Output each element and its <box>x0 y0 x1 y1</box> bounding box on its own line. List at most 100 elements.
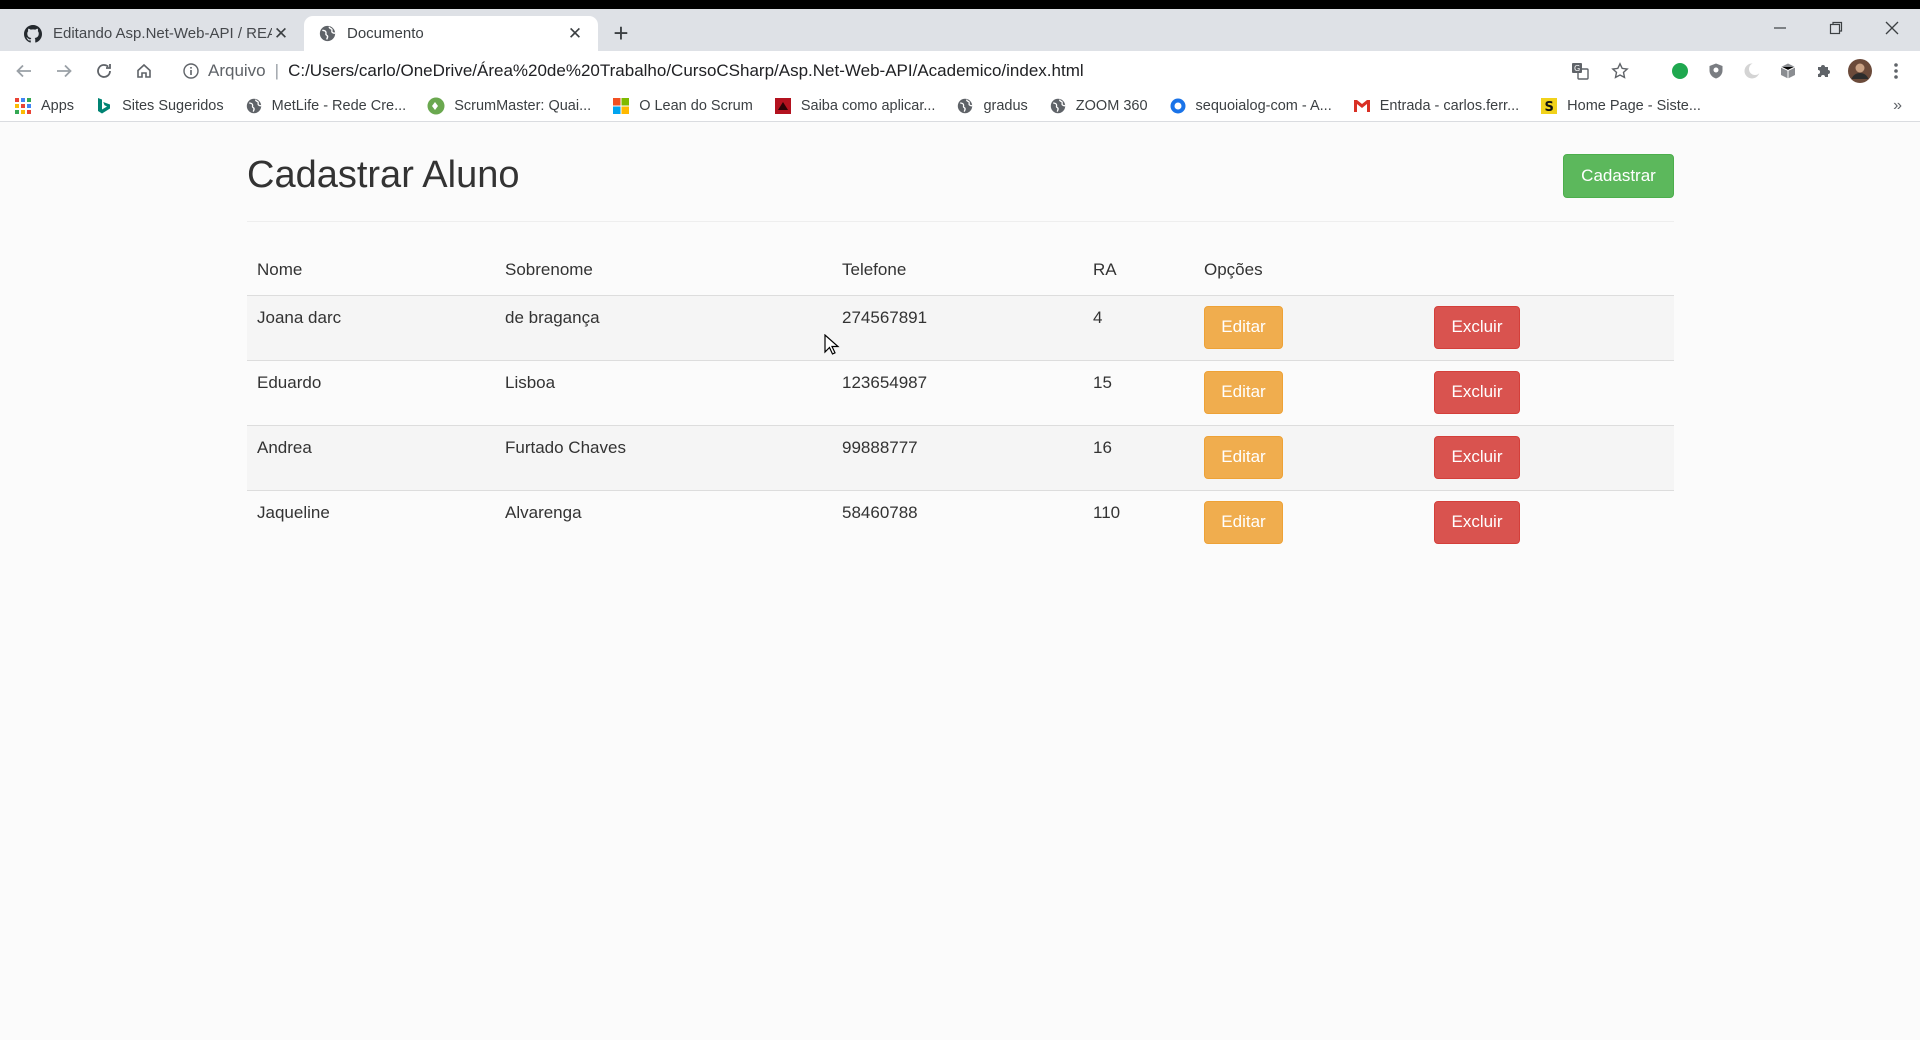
cell-edit: Editar <box>1194 424 1424 490</box>
cell-nome: Andrea <box>247 424 495 490</box>
shield-extension-icon[interactable] <box>1698 53 1734 89</box>
cell-edit: Editar <box>1194 294 1424 360</box>
delete-button[interactable]: Excluir <box>1434 305 1520 349</box>
delete-button[interactable]: Excluir <box>1434 435 1520 479</box>
cell-telefone: 274567891 <box>832 294 1083 360</box>
register-button[interactable]: Cadastrar <box>1563 153 1674 198</box>
bookmark-home-page[interactable]: S Home Page - Siste... <box>1540 97 1701 115</box>
tab-bar: Editando Asp.Net-Web-API / README.md ✕ D… <box>0 9 1920 51</box>
minimize-icon[interactable] <box>1752 9 1808 47</box>
cell-sobrenome: Alvarenga <box>495 489 832 555</box>
column-header-ra: RA <box>1083 257 1194 296</box>
column-header-telefone: Telefone <box>832 257 1083 296</box>
scrum-icon <box>427 97 445 115</box>
cube-extension-icon[interactable] <box>1770 53 1806 89</box>
close-window-icon[interactable] <box>1864 9 1920 47</box>
close-tab-icon[interactable]: ✕ <box>566 24 584 43</box>
bookmark-saiba-como-aplicar[interactable]: Saiba como aplicar... <box>774 97 936 115</box>
cell-sobrenome: de bragança <box>495 294 832 360</box>
edit-button[interactable]: Editar <box>1204 500 1283 544</box>
gmail-icon <box>1353 97 1371 115</box>
puzzle-extensions-icon[interactable] <box>1806 53 1842 89</box>
table-header-row: Nome Sobrenome Telefone RA Opções <box>247 257 1674 296</box>
column-header-nome: Nome <box>247 257 495 296</box>
bookmark-apps[interactable]: Apps <box>14 97 74 115</box>
bookmark-star-icon[interactable] <box>1602 53 1638 89</box>
apps-grid-icon <box>14 97 32 115</box>
bookmark-entrada-gmail[interactable]: Entrada - carlos.ferr... <box>1353 97 1519 115</box>
tab-github-readme[interactable]: Editando Asp.Net-Web-API / README.md ✕ <box>10 16 304 51</box>
moon-extension-icon[interactable] <box>1734 53 1770 89</box>
bookmarks-overflow-icon[interactable]: » <box>1893 97 1902 115</box>
cell-delete: Excluir <box>1424 359 1674 425</box>
home-icon[interactable] <box>126 53 162 89</box>
bookmark-label: Entrada - carlos.ferr... <box>1379 97 1520 114</box>
bookmark-gradus[interactable]: gradus <box>956 97 1028 115</box>
more-menu-icon[interactable] <box>1878 53 1914 89</box>
cell-telefone: 99888777 <box>832 424 1083 490</box>
svg-text:S: S <box>1545 100 1554 114</box>
bookmark-label: gradus <box>983 97 1028 114</box>
cell-nome: Joana darc <box>247 294 495 360</box>
restore-icon[interactable] <box>1808 9 1864 47</box>
tab-title: Documento <box>347 25 424 42</box>
edit-button[interactable]: Editar <box>1204 305 1283 349</box>
bookmark-label: ScrumMaster: Quai... <box>454 97 592 114</box>
green-extension-icon[interactable] <box>1662 53 1698 89</box>
bookmark-scrummaster[interactable]: ScrumMaster: Quai... <box>427 97 591 115</box>
address-scheme: Arquivo <box>208 60 266 80</box>
new-tab-button[interactable]: + <box>604 16 638 50</box>
page-content: Cadastrar Aluno Cadastrar Nome Sobrenome… <box>0 122 1920 1026</box>
bookmark-sites-sugeridos[interactable]: Sites Sugeridos <box>95 97 224 115</box>
github-icon <box>24 24 42 43</box>
cell-telefone: 58460788 <box>832 489 1083 555</box>
profile-avatar-icon[interactable] <box>1842 53 1878 89</box>
table-row: Jaqueline Alvarenga 58460788 110 Editar … <box>247 489 1674 555</box>
bookmark-label: ZOOM 360 <box>1075 97 1148 114</box>
bing-icon <box>95 97 113 115</box>
bookmark-label: Home Page - Siste... <box>1567 97 1701 114</box>
svg-text:G: G <box>1574 64 1580 73</box>
cell-nome: Jaqueline <box>247 489 495 555</box>
bookmark-label: Saiba como aplicar... <box>800 97 936 114</box>
address-separator: | <box>274 60 280 80</box>
page-header: Cadastrar Aluno Cadastrar <box>247 122 1674 222</box>
bookmark-lean-do-scrum[interactable]: O Lean do Scrum <box>612 97 753 115</box>
s-logo-icon: S <box>1540 97 1558 115</box>
cell-edit: Editar <box>1194 489 1424 555</box>
edit-button[interactable]: Editar <box>1204 370 1283 414</box>
column-header-empty <box>1424 257 1674 296</box>
forward-icon[interactable] <box>46 53 82 89</box>
bookmark-zoom-360[interactable]: ZOOM 360 <box>1049 97 1148 115</box>
main-container: Cadastrar Aluno Cadastrar Nome Sobrenome… <box>247 122 1674 555</box>
bookmark-sequoialog[interactable]: sequoialog-com - A... <box>1169 97 1332 115</box>
red-square-icon <box>774 97 792 115</box>
students-table: Nome Sobrenome Telefone RA Opções Joana … <box>247 257 1674 555</box>
tab-documento[interactable]: Documento ✕ <box>304 16 598 51</box>
translate-icon[interactable]: G <box>1562 53 1598 89</box>
cell-ra: 15 <box>1083 359 1194 425</box>
column-header-sobrenome: Sobrenome <box>495 257 832 296</box>
address-url: C:/Users/carlo/OneDrive/Área%20de%20Trab… <box>288 60 1084 80</box>
delete-button[interactable]: Excluir <box>1434 500 1520 544</box>
globe-icon <box>1049 97 1067 115</box>
page-title: Cadastrar Aluno <box>247 154 520 196</box>
address-bar[interactable]: Arquivo | C:/Users/carlo/OneDrive/Área%2… <box>172 53 1648 89</box>
mouse-cursor-icon <box>824 334 840 355</box>
edit-button[interactable]: Editar <box>1204 435 1283 479</box>
window-controls <box>1752 9 1920 47</box>
table-row: Eduardo Lisboa 123654987 15 Editar Exclu… <box>247 359 1674 425</box>
column-header-opcoes: Opções <box>1194 257 1424 296</box>
microsoft-icon <box>612 97 630 115</box>
bookmark-metlife[interactable]: MetLife - Rede Cre... <box>245 97 406 115</box>
window-top-strip <box>0 0 1920 9</box>
globe-icon <box>245 97 263 115</box>
delete-button[interactable]: Excluir <box>1434 370 1520 414</box>
cell-edit: Editar <box>1194 359 1424 425</box>
reload-icon[interactable] <box>86 53 122 89</box>
close-tab-icon[interactable]: ✕ <box>272 24 290 43</box>
bookmark-label: sequoialog-com - A... <box>1195 97 1332 114</box>
info-icon[interactable] <box>182 62 200 80</box>
extensions-area <box>1662 53 1914 89</box>
back-icon[interactable] <box>6 53 42 89</box>
